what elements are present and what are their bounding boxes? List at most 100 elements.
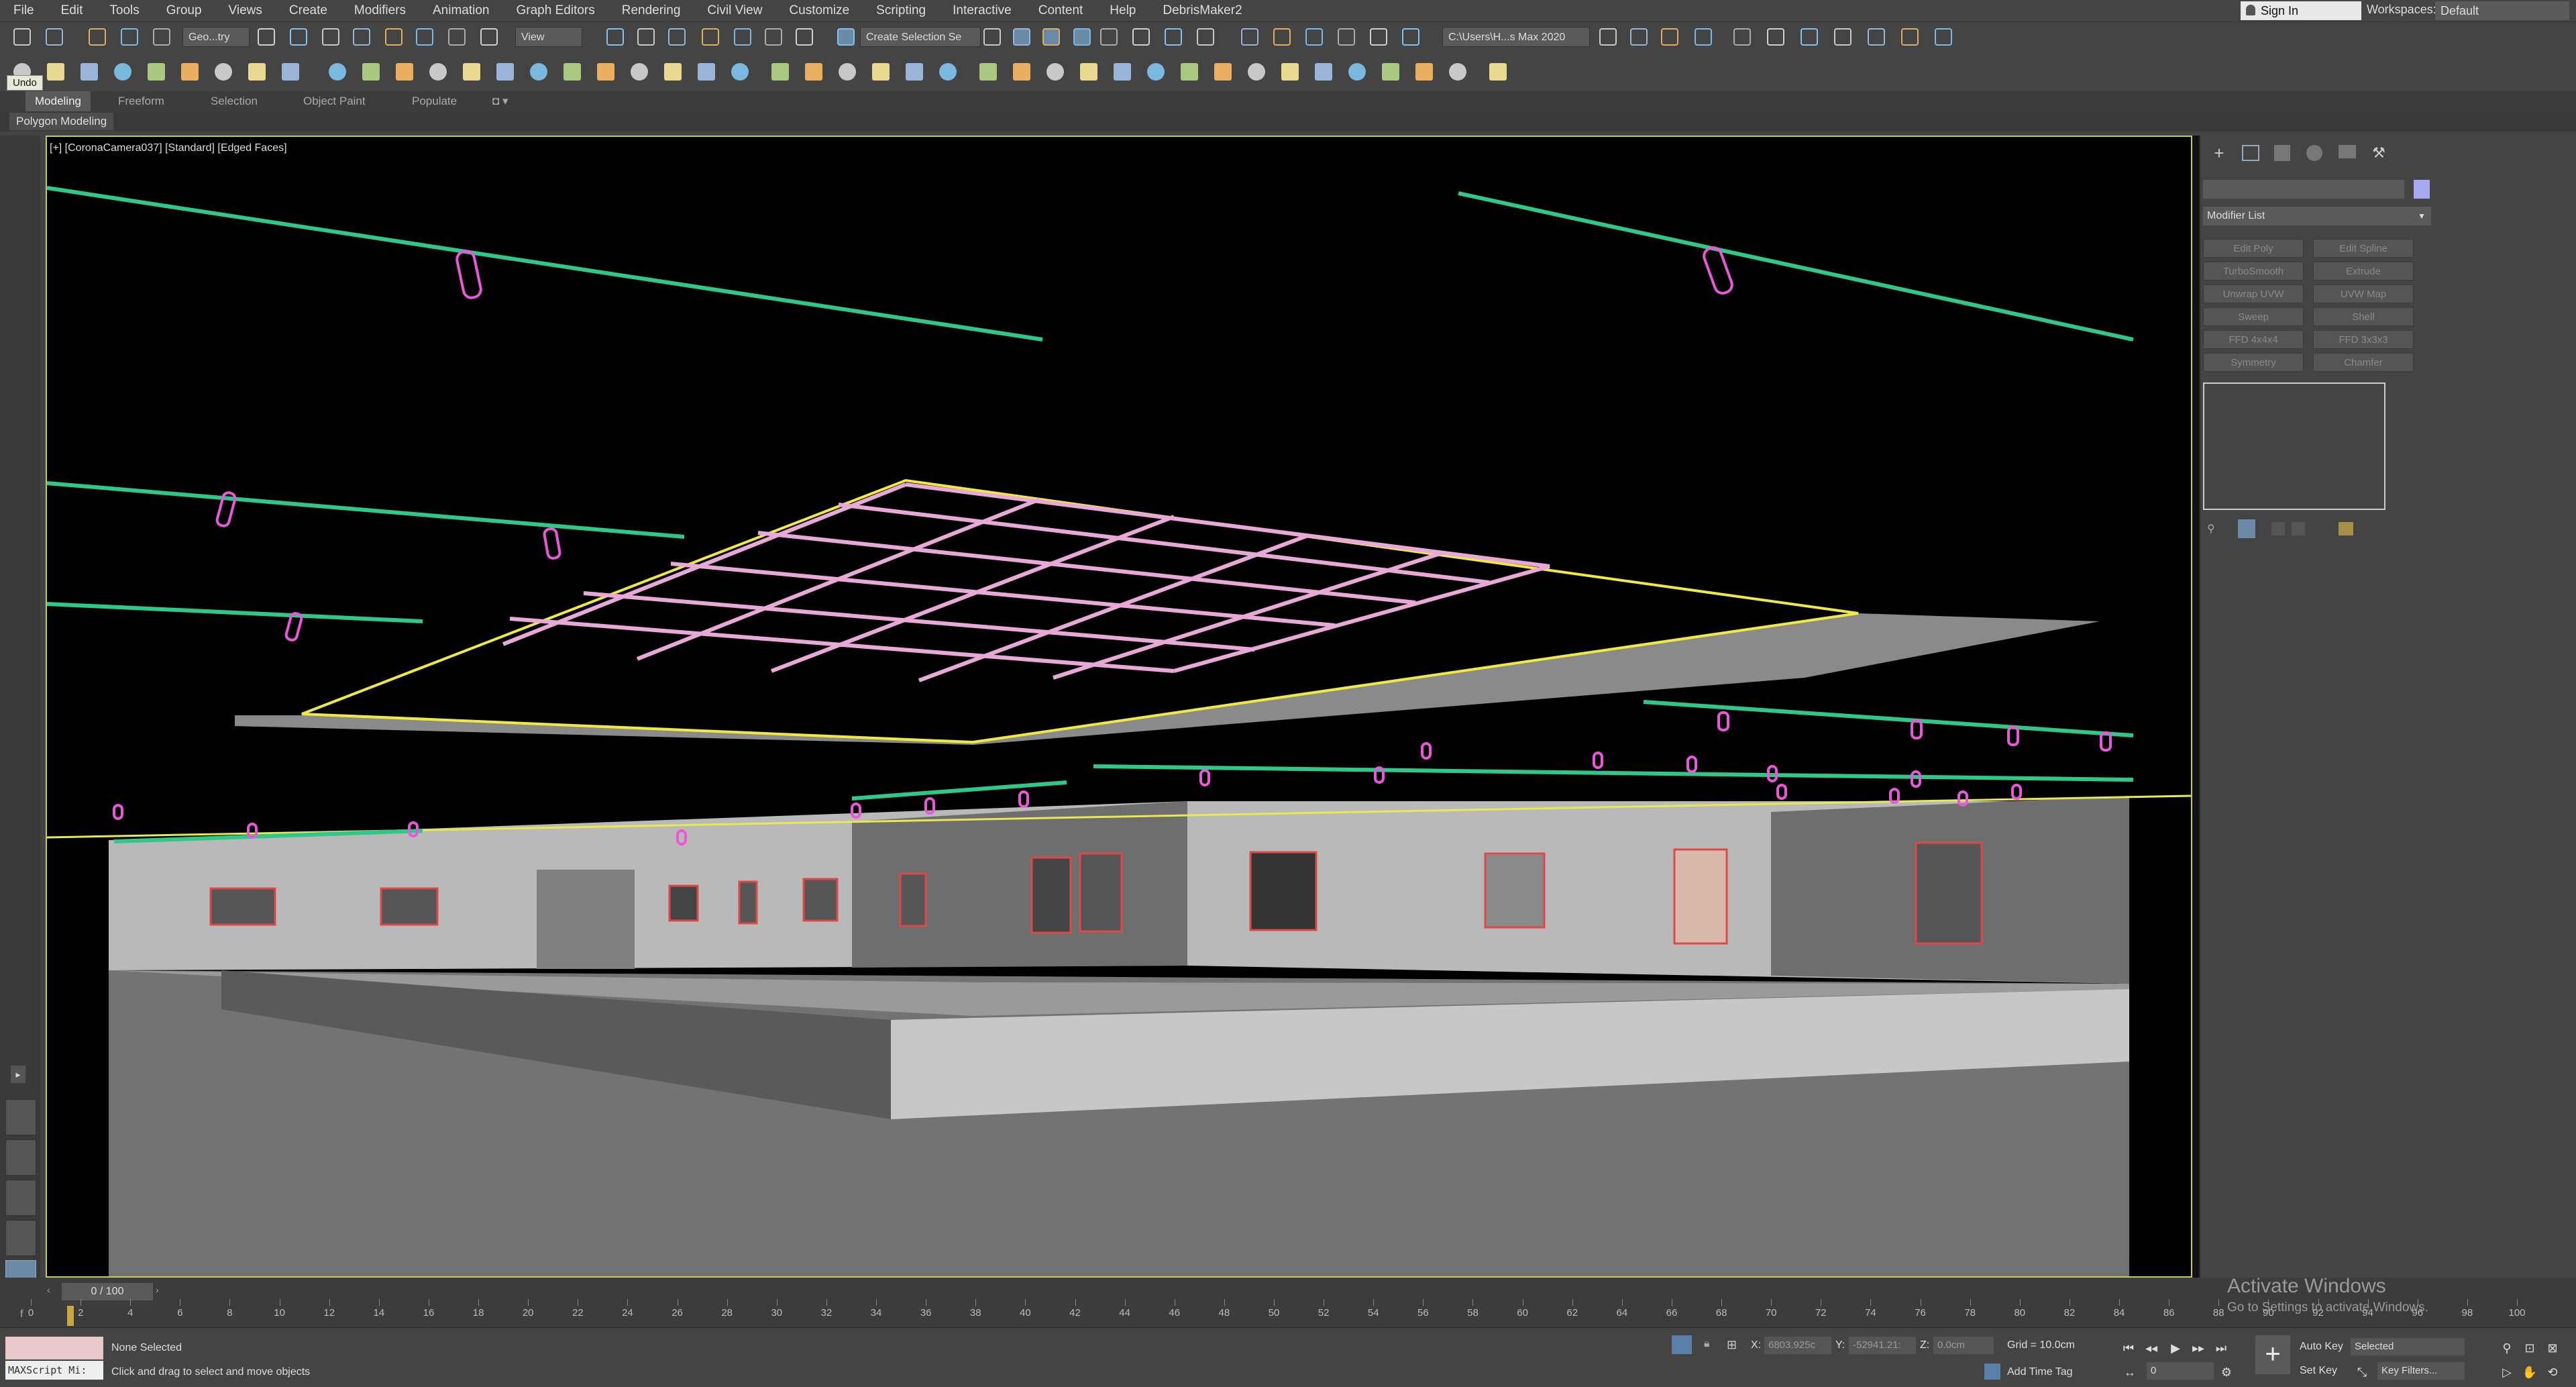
secondary-toolbar-button-icon[interactable] — [1046, 63, 1064, 81]
menu-scripting[interactable]: Scripting — [863, 0, 939, 21]
menu-tools[interactable]: Tools — [96, 0, 152, 21]
ribbon-tab-object-paint[interactable]: Object Paint — [303, 91, 366, 111]
secondary-toolbar-button-icon[interactable] — [1415, 63, 1433, 81]
zoom-extents-icon[interactable]: ⊠ — [2542, 1338, 2563, 1358]
ribbon-tab-selection[interactable]: Selection — [211, 91, 258, 111]
main-toolbar-button-icon[interactable] — [416, 28, 433, 46]
main-toolbar-button-icon[interactable] — [1935, 28, 1952, 46]
modifier-button-uvw-map[interactable]: UVW Map — [2313, 285, 2414, 303]
next-frame-icon[interactable]: ▸▸ — [2188, 1338, 2208, 1358]
menu-content[interactable]: Content — [1025, 0, 1097, 21]
secondary-toolbar-button-icon[interactable] — [1214, 63, 1232, 81]
secondary-toolbar-button-icon[interactable] — [597, 63, 614, 81]
current-frame-field[interactable]: 0 — [2147, 1362, 2214, 1380]
main-toolbar-button-icon[interactable] — [46, 28, 63, 46]
ribbon-options-icon[interactable]: ◘ ▾ — [492, 91, 508, 111]
secondary-toolbar-button-icon[interactable] — [1181, 63, 1198, 81]
modifier-button-shell[interactable]: Shell — [2313, 307, 2414, 326]
create-tab-icon[interactable]: + — [2210, 144, 2229, 162]
menu-help[interactable]: Help — [1096, 0, 1149, 21]
make-unique-icon[interactable] — [2271, 522, 2285, 535]
named-selection-set-select[interactable]: Create Selection Se — [860, 27, 981, 47]
secondary-toolbar-button-icon[interactable] — [47, 63, 64, 81]
main-toolbar-button-icon[interactable] — [1661, 28, 1678, 46]
secondary-toolbar-button-icon[interactable] — [1449, 63, 1466, 81]
modifier-stack[interactable] — [2203, 382, 2385, 510]
main-toolbar-button-icon[interactable] — [1241, 28, 1258, 46]
set-key-button[interactable]: Set Key — [2300, 1365, 2337, 1377]
modifier-button-ffd-3x3x3[interactable]: FFD 3x3x3 — [2313, 330, 2414, 349]
secondary-toolbar-button-icon[interactable] — [114, 63, 131, 81]
layout-thumb-2[interactable] — [5, 1139, 36, 1176]
main-toolbar-button-icon[interactable] — [1834, 28, 1851, 46]
main-toolbar-button-icon[interactable] — [1599, 28, 1617, 46]
modifier-list-select[interactable]: Modifier List ▼ — [2203, 207, 2431, 225]
main-toolbar-button-icon[interactable] — [1630, 28, 1648, 46]
ribbon-tab-freeform[interactable]: Freeform — [118, 91, 164, 111]
main-toolbar-button-icon[interactable] — [385, 28, 402, 46]
key-filters-button[interactable]: Key Filters... — [2377, 1362, 2465, 1380]
secondary-toolbar-button-icon[interactable] — [248, 63, 266, 81]
main-toolbar-button-icon[interactable] — [1901, 28, 1919, 46]
main-toolbar-button-icon[interactable] — [1370, 28, 1387, 46]
menu-civil-view[interactable]: Civil View — [694, 0, 775, 21]
modifier-button-sweep[interactable]: Sweep — [2203, 307, 2304, 326]
secondary-toolbar-button-icon[interactable] — [839, 63, 856, 81]
motion-tab-icon[interactable] — [2306, 145, 2322, 161]
secondary-toolbar-button-icon[interactable] — [530, 63, 547, 81]
next-frame-button[interactable]: › — [156, 1284, 168, 1300]
modifier-button-chamfer[interactable]: Chamfer — [2313, 353, 2414, 372]
menu-debrismaker2[interactable]: DebrisMaker2 — [1149, 0, 1255, 21]
secondary-toolbar-button-icon[interactable] — [1348, 63, 1366, 81]
sign-in-button[interactable]: Sign In — [2241, 1, 2361, 20]
time-config-icon[interactable]: ⚙ — [2216, 1362, 2237, 1382]
menu-animation[interactable]: Animation — [419, 0, 503, 21]
time-cursor[interactable] — [67, 1306, 74, 1326]
object-name-field[interactable] — [2203, 180, 2404, 199]
secondary-toolbar-button-icon[interactable] — [148, 63, 165, 81]
secondary-toolbar-button-icon[interactable] — [664, 63, 682, 81]
pan-view-icon[interactable]: ✋ — [2520, 1362, 2540, 1382]
secondary-toolbar-button-icon[interactable] — [396, 63, 413, 81]
secondary-toolbar-button-icon[interactable] — [1080, 63, 1097, 81]
main-toolbar-button-icon[interactable] — [637, 28, 655, 46]
set-keys-button[interactable]: + — [2255, 1335, 2290, 1374]
main-toolbar-button-icon[interactable] — [89, 28, 106, 46]
main-toolbar-button-icon[interactable] — [983, 28, 1001, 46]
menu-interactive[interactable]: Interactive — [939, 0, 1025, 21]
secondary-toolbar-button-icon[interactable] — [429, 63, 447, 81]
menu-views[interactable]: Views — [215, 0, 276, 21]
auto-key-button[interactable]: Auto Key — [2300, 1341, 2343, 1353]
secondary-toolbar-button-icon[interactable] — [939, 63, 957, 81]
previous-frame-icon[interactable]: ◂◂ — [2141, 1338, 2161, 1358]
object-color-swatch[interactable] — [2414, 180, 2430, 199]
modifier-button-unwrap-uvw[interactable]: Unwrap UVW — [2203, 285, 2304, 303]
modifier-button-edit-spline[interactable]: Edit Spline — [2313, 239, 2414, 258]
secondary-toolbar-button-icon[interactable] — [463, 63, 480, 81]
secondary-toolbar-button-icon[interactable] — [771, 63, 789, 81]
x-coordinate-field[interactable]: 6803.925c — [1764, 1337, 1831, 1354]
menu-file[interactable]: File — [0, 0, 48, 21]
main-toolbar-button-icon[interactable] — [1868, 28, 1885, 46]
selection-filter-select[interactable]: Geo...try — [182, 27, 250, 47]
secondary-toolbar-button-icon[interactable] — [631, 63, 648, 81]
main-toolbar-button-icon[interactable] — [448, 28, 466, 46]
time-tag-icon[interactable] — [1984, 1364, 2000, 1380]
main-toolbar-button-icon[interactable] — [702, 28, 719, 46]
key-mode-select[interactable]: Selected — [2351, 1338, 2465, 1355]
menu-graph-editors[interactable]: Graph Editors — [503, 0, 608, 21]
show-end-result-icon[interactable] — [2238, 519, 2255, 538]
key-mode-icon[interactable]: ↔ — [2120, 1362, 2140, 1382]
configure-sets-icon[interactable] — [2339, 522, 2353, 535]
layout-thumb-3[interactable] — [5, 1180, 36, 1216]
secondary-toolbar-button-icon[interactable] — [362, 63, 380, 81]
field-of-view-icon[interactable]: ▷ — [2497, 1362, 2517, 1382]
main-toolbar-button-icon[interactable] — [1273, 28, 1291, 46]
main-toolbar-button-icon[interactable] — [837, 28, 855, 46]
main-toolbar-button-icon[interactable] — [1305, 28, 1323, 46]
secondary-toolbar-button-icon[interactable] — [1147, 63, 1165, 81]
main-toolbar-button-icon[interactable] — [153, 28, 170, 46]
menu-rendering[interactable]: Rendering — [608, 0, 694, 21]
timeline-filter-icon[interactable]: f — [20, 1308, 36, 1323]
selection-lock-icon[interactable]: 🔒︎ — [1704, 1338, 1717, 1353]
